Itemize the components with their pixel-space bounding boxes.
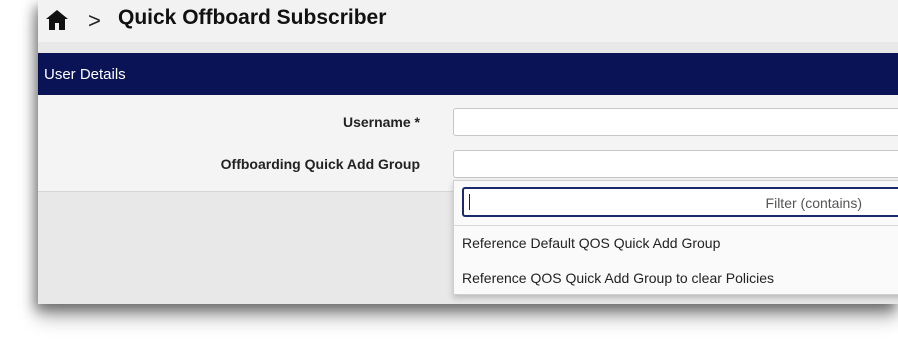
- filter-placeholder: Filter (contains): [765, 195, 862, 211]
- text-cursor: [469, 194, 470, 210]
- section-header-user-details: User Details: [38, 53, 898, 95]
- group-dropdown-panel: Filter (contains) Reference Default QOS …: [453, 180, 898, 295]
- dropdown-option[interactable]: Reference Default QOS Quick Add Group: [462, 235, 720, 251]
- offboarding-group-label: Offboarding Quick Add Group: [220, 156, 420, 172]
- user-details-form: Username * Offboarding Quick Add Group: [38, 95, 898, 192]
- username-input[interactable]: [453, 108, 898, 136]
- title-bar: > Quick Offboard Subscriber: [38, 0, 898, 42]
- username-label: Username *: [342, 114, 420, 130]
- offboarding-group-select[interactable]: [453, 150, 898, 178]
- section-title: User Details: [44, 65, 126, 83]
- app-window: > Quick Offboard Subscriber User Details…: [38, 0, 898, 304]
- page-title: Quick Offboard Subscriber: [118, 6, 387, 29]
- breadcrumb-separator: >: [88, 8, 101, 33]
- dropdown-divider: [454, 225, 898, 226]
- filter-input[interactable]: Filter (contains): [462, 187, 898, 217]
- home-icon[interactable]: [45, 9, 69, 31]
- dropdown-option[interactable]: Reference QOS Quick Add Group to clear P…: [462, 270, 774, 286]
